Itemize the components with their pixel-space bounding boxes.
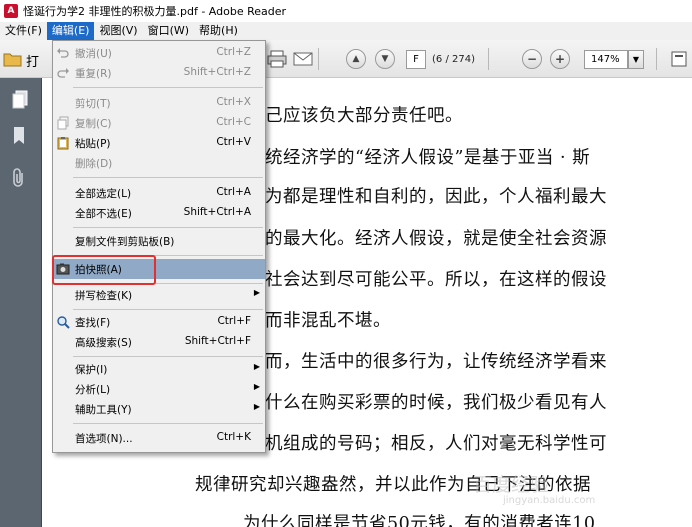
redo-icon bbox=[57, 68, 69, 78]
navigation-pane bbox=[0, 78, 42, 527]
menu-separator bbox=[73, 309, 263, 310]
print-icon[interactable] bbox=[266, 49, 288, 69]
submenu-arrow-icon: ▶ bbox=[253, 362, 260, 371]
menu-file[interactable]: 文件(F) bbox=[0, 22, 47, 40]
email-icon[interactable] bbox=[292, 49, 314, 69]
title-bar: A 怪诞行为学2 非理性的积极力量.pdf - Adobe Reader bbox=[0, 0, 692, 22]
menu-separator bbox=[73, 87, 263, 88]
open-folder-icon[interactable] bbox=[2, 49, 24, 69]
document-text-line: 为什么同样是节省50元钱，有的消费者连10 bbox=[243, 514, 596, 527]
menu-bar: 文件(F) 编辑(E) 视图(V) 窗口(W) 帮助(H) bbox=[0, 22, 692, 40]
arrow-up-icon: ▲ bbox=[352, 54, 360, 64]
zoom-out-button[interactable]: − bbox=[522, 49, 542, 69]
watermark: 百度经验 bbox=[473, 474, 550, 496]
menu-item-protection[interactable]: 保护(I) ▶ bbox=[53, 359, 265, 379]
minus-icon: − bbox=[526, 52, 538, 66]
toolbar-label-partial: 打 bbox=[26, 55, 40, 70]
menu-item-copy-file-to-clipboard[interactable]: 复制文件到剪贴板(B) bbox=[53, 231, 265, 251]
plus-icon: + bbox=[554, 52, 566, 66]
menu-window[interactable]: 窗口(W) bbox=[143, 22, 194, 40]
zoom-level-input[interactable]: 147% bbox=[584, 50, 628, 69]
document-text-line: 机组成的号码；相反，人们对毫无科学性可 bbox=[265, 434, 607, 454]
arrow-down-icon: ▼ bbox=[381, 54, 389, 64]
attachment-paperclip-icon[interactable] bbox=[11, 168, 29, 187]
document-text-line: 统经济学的“经济人假设”是基于亚当 · 斯 bbox=[265, 148, 591, 168]
page-number-input[interactable]: F bbox=[406, 50, 426, 69]
menu-item-redo[interactable]: 重复(R) Shift+Ctrl+Z bbox=[53, 63, 265, 83]
menu-item-preferences[interactable]: 首选项(N)... Ctrl+K bbox=[53, 428, 265, 448]
menu-edit[interactable]: 编辑(E) bbox=[46, 22, 95, 40]
document-text-line: 的最大化。经济人假设，就是使全社会资源 bbox=[265, 229, 607, 249]
menu-item-find[interactable]: 查找(F) Ctrl+F bbox=[53, 312, 265, 332]
menu-item-undo[interactable]: 撤消(U) Ctrl+Z bbox=[53, 43, 265, 63]
pages-thumbnail-icon[interactable] bbox=[11, 90, 29, 109]
bookmark-icon[interactable] bbox=[11, 126, 29, 144]
menu-item-select-all[interactable]: 全部选定(L) Ctrl+A bbox=[53, 183, 265, 203]
menu-item-delete[interactable]: 删除(D) bbox=[53, 153, 265, 173]
clipboard-icon bbox=[57, 137, 69, 150]
page-count: (6 / 274) bbox=[432, 54, 475, 65]
toolbar-separator bbox=[318, 48, 319, 70]
zoom-in-button[interactable]: + bbox=[550, 49, 570, 69]
menu-separator bbox=[73, 423, 263, 424]
document-text-line: 而，生活中的很多行为，让传统经济学看来 bbox=[265, 352, 607, 372]
menu-separator bbox=[73, 356, 263, 357]
next-page-button[interactable]: ▼ bbox=[375, 49, 395, 69]
menu-separator bbox=[73, 177, 263, 178]
menu-help[interactable]: 帮助(H) bbox=[194, 22, 243, 40]
menu-view[interactable]: 视图(V) bbox=[94, 22, 142, 40]
menu-item-copy[interactable]: 复制(C) Ctrl+C bbox=[53, 113, 265, 133]
copy-icon bbox=[57, 116, 69, 130]
document-text-line: 为都是理性和自利的，因此，个人福利最大 bbox=[265, 187, 607, 207]
toolbar-separator bbox=[656, 48, 657, 70]
adobe-reader-icon: A bbox=[4, 4, 18, 18]
fit-page-icon[interactable] bbox=[668, 49, 690, 69]
menu-item-paste[interactable]: 粘贴(P) Ctrl+V bbox=[53, 133, 265, 153]
menu-item-cut[interactable]: 剪切(T) Ctrl+X bbox=[53, 93, 265, 113]
menu-item-accessibility[interactable]: 辅助工具(Y) ▶ bbox=[53, 399, 265, 419]
document-text-line: 己应该负大部分责任吧。 bbox=[265, 106, 463, 126]
submenu-arrow-icon: ▶ bbox=[253, 402, 260, 411]
menu-item-deselect-all[interactable]: 全部不选(E) Shift+Ctrl+A bbox=[53, 203, 265, 223]
watermark-url: jingyan.baidu.com bbox=[503, 495, 596, 506]
undo-icon bbox=[57, 48, 69, 58]
menu-item-spell-check[interactable]: 拼写检查(K) ▶ bbox=[53, 285, 265, 305]
menu-item-advanced-search[interactable]: 高级搜索(S) Shift+Ctrl+F bbox=[53, 332, 265, 352]
toolbar-separator bbox=[488, 48, 489, 70]
search-icon bbox=[57, 316, 70, 329]
menu-separator bbox=[73, 227, 263, 228]
document-text-line: 而非混乱不堪。 bbox=[265, 311, 391, 331]
submenu-arrow-icon: ▶ bbox=[253, 382, 260, 391]
document-text-line: 社会达到尽可能公平。所以，在这样的假设 bbox=[265, 270, 607, 290]
edit-menu-dropdown: 撤消(U) Ctrl+Z 重复(R) Shift+Ctrl+Z 剪切(T) Ct… bbox=[52, 40, 266, 453]
menu-item-analysis[interactable]: 分析(L) ▶ bbox=[53, 379, 265, 399]
annotation-highlight-box bbox=[52, 255, 156, 285]
document-text-line: 什么在购买彩票的时候，我们极少看见有人 bbox=[265, 393, 607, 413]
submenu-arrow-icon: ▶ bbox=[253, 288, 260, 297]
prev-page-button[interactable]: ▲ bbox=[346, 49, 366, 69]
window-title: 怪诞行为学2 非理性的积极力量.pdf - Adobe Reader bbox=[23, 5, 287, 18]
zoom-dropdown-arrow[interactable]: ▼ bbox=[628, 50, 644, 69]
